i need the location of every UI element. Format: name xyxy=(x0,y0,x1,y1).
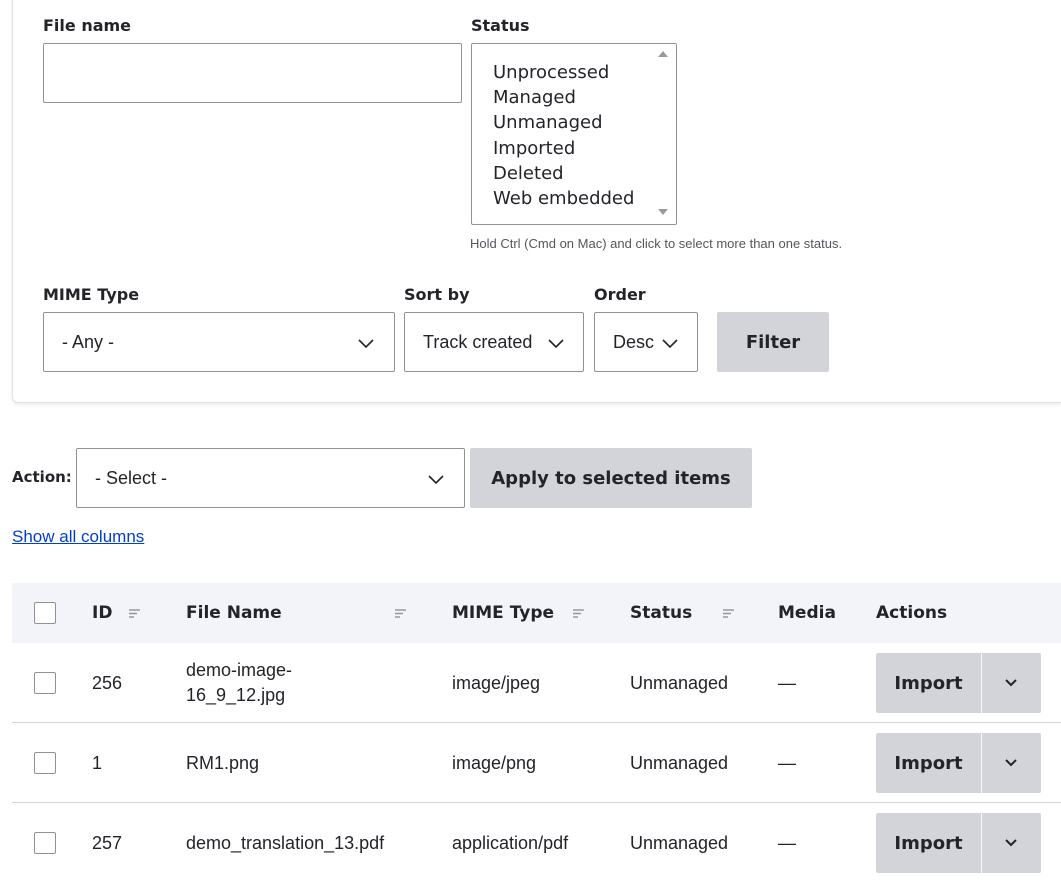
row-actions-dropbutton: Import xyxy=(876,653,1041,713)
order-label: Order xyxy=(594,285,646,304)
sort-icon[interactable] xyxy=(573,609,584,618)
table-row: 256 demo-image- 16_9_12.jpg image/jpeg U… xyxy=(12,643,1061,723)
status-option-unmanaged[interactable]: Unmanaged xyxy=(493,110,676,135)
row-file-name-line2: 16_9_12.jpg xyxy=(186,685,286,705)
select-all-checkbox[interactable] xyxy=(34,602,56,624)
mime-type-select[interactable]: - Any - xyxy=(43,312,395,372)
scroll-down-arrow-icon[interactable] xyxy=(658,209,668,215)
column-header-file-name[interactable]: File Name xyxy=(186,583,282,643)
row-actions-dropbutton: Import xyxy=(876,733,1041,793)
status-option-web-embedded[interactable]: Web embedded xyxy=(493,186,676,211)
dropbutton-toggle[interactable] xyxy=(982,813,1041,873)
column-header-id[interactable]: ID xyxy=(92,583,112,643)
file-name-input[interactable] xyxy=(43,43,462,103)
order-select[interactable]: Desc xyxy=(594,312,698,372)
table-row: 1 RM1.png image/png Unmanaged — Import xyxy=(12,723,1061,803)
row-mime-type: image/png xyxy=(452,752,537,773)
import-button[interactable]: Import xyxy=(876,733,981,793)
sort-by-label: Sort by xyxy=(404,285,470,304)
row-file-name: RM1.png xyxy=(186,752,260,773)
table-header: ID File Name MIME Type Status Media Acti… xyxy=(12,583,1061,643)
row-id: 1 xyxy=(92,752,103,773)
chevron-down-icon xyxy=(1005,759,1017,767)
show-all-columns-link[interactable]: Show all columns xyxy=(12,527,144,547)
row-media: — xyxy=(778,832,796,853)
row-status: Unmanaged xyxy=(630,832,729,853)
sort-icon[interactable] xyxy=(395,609,406,618)
status-option-deleted[interactable]: Deleted xyxy=(493,161,676,186)
row-media: — xyxy=(778,752,796,773)
sort-by-value: Track created xyxy=(423,331,533,352)
mime-type-value: - Any - xyxy=(62,331,115,352)
row-file-name: demo-image- 16_9_12.jpg xyxy=(186,643,292,723)
row-media: — xyxy=(778,672,796,693)
row-status: Unmanaged xyxy=(630,672,729,693)
chevron-down-icon xyxy=(1005,679,1017,687)
column-header-mime-type-label: MIME Type xyxy=(452,603,555,623)
sort-icon[interactable] xyxy=(723,609,734,618)
chevron-down-icon xyxy=(662,339,678,349)
dropbutton-toggle[interactable] xyxy=(982,733,1041,793)
row-file-name: demo_translation_13.pdf xyxy=(186,832,385,853)
row-status: Unmanaged xyxy=(630,752,729,773)
column-header-mime-type[interactable]: MIME Type xyxy=(452,583,554,643)
apply-to-selected-button[interactable]: Apply to selected items xyxy=(470,448,752,508)
column-header-actions: Actions xyxy=(876,603,948,623)
row-checkbox[interactable] xyxy=(34,752,56,774)
mime-type-label: MIME Type xyxy=(43,285,140,304)
file-name-label: File name xyxy=(43,16,132,35)
action-select-value: - Select - xyxy=(95,467,168,488)
action-label: Action: xyxy=(12,468,72,486)
status-multiselect[interactable]: Unprocessed Managed Unmanaged Imported D… xyxy=(471,43,677,225)
chevron-down-icon xyxy=(358,339,374,349)
sort-icon[interactable] xyxy=(129,609,140,618)
table-row: 257 demo_translation_13.pdf application/… xyxy=(12,803,1061,883)
row-id: 257 xyxy=(92,832,123,853)
scroll-up-arrow-icon[interactable] xyxy=(658,51,668,57)
chevron-down-icon xyxy=(548,339,564,349)
dropbutton-toggle[interactable] xyxy=(982,653,1041,713)
row-checkbox[interactable] xyxy=(34,672,56,694)
order-value: Desc xyxy=(613,331,655,352)
status-option-imported[interactable]: Imported xyxy=(493,136,676,161)
column-header-id-label: ID xyxy=(92,603,113,623)
status-label: Status xyxy=(471,16,530,35)
import-button[interactable]: Import xyxy=(876,653,981,713)
row-mime-type: image/jpeg xyxy=(452,672,541,693)
row-mime-type: application/pdf xyxy=(452,832,569,853)
chevron-down-icon xyxy=(1005,839,1017,847)
column-header-file-name-label: File Name xyxy=(186,603,282,623)
column-header-status-label: Status xyxy=(630,603,693,623)
status-option-unprocessed[interactable]: Unprocessed xyxy=(493,60,676,85)
column-header-status[interactable]: Status xyxy=(630,583,692,643)
row-id: 256 xyxy=(92,672,123,693)
status-help-text: Hold Ctrl (Cmd on Mac) and click to sele… xyxy=(470,236,843,251)
row-actions-dropbutton: Import xyxy=(876,813,1041,873)
chevron-down-icon xyxy=(428,475,444,485)
import-button[interactable]: Import xyxy=(876,813,981,873)
column-header-media: Media xyxy=(778,603,836,623)
status-option-managed[interactable]: Managed xyxy=(493,85,676,110)
row-file-name-line1: demo-image- xyxy=(186,660,293,680)
filter-button[interactable]: Filter xyxy=(717,312,829,372)
action-select[interactable]: - Select - xyxy=(76,448,465,508)
sort-by-select[interactable]: Track created xyxy=(404,312,584,372)
row-checkbox[interactable] xyxy=(34,832,56,854)
